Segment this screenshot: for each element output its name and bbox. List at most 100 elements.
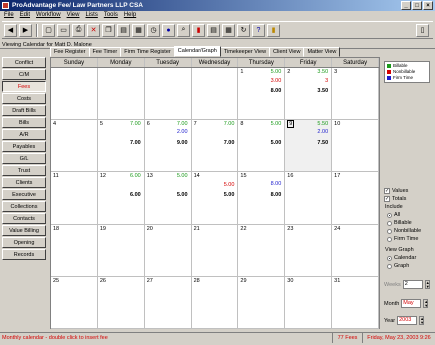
calendar-day-cell[interactable]: 19 [97, 224, 145, 277]
month-spin-icon[interactable]: ▲ ▼ [423, 299, 429, 308]
calendar-day-cell[interactable]: 5 7.00 7.00 [97, 120, 145, 173]
year-field[interactable]: 2003 [397, 316, 418, 325]
calendar-day-cell[interactable]: 29 [238, 276, 286, 329]
calendar-day-cell[interactable]: 20 [144, 224, 192, 277]
sidebar-button-payables[interactable]: Payables [2, 141, 46, 152]
sidebar-button-value-billing[interactable]: Value Billing [2, 225, 46, 236]
radio-dot[interactable] [387, 228, 392, 234]
menu-tools[interactable]: Tools [104, 11, 118, 20]
refresh-icon[interactable]: ↻ [237, 23, 250, 37]
help-icon[interactable]: ? [252, 23, 265, 37]
calendar-day-cell[interactable]: 30 [285, 276, 333, 329]
include-radio-all[interactable]: All [382, 211, 435, 219]
sidebar-button-bills[interactable]: Bills [2, 117, 46, 128]
sidebar-button-fees[interactable]: Fees [2, 81, 46, 92]
copy-icon[interactable]: ❐ [102, 23, 115, 37]
calendar-day-cell[interactable] [51, 68, 98, 121]
chart-icon[interactable]: ▮ [192, 23, 205, 37]
sidebar-button-conflict[interactable]: Conflict [2, 57, 46, 68]
sidebar-button-collections[interactable]: Collections [2, 201, 46, 212]
month-field[interactable]: May [401, 299, 422, 308]
year-spin-icon[interactable]: ▲ ▼ [419, 316, 425, 325]
sidebar-button-clients[interactable]: Clients [2, 177, 46, 188]
view-radio-calendar[interactable]: Calendar [382, 254, 435, 262]
totals-checkbox[interactable]: ✓ Totals [382, 195, 435, 203]
tab-calendar-graph[interactable]: Calendar/Graph [173, 46, 221, 57]
record-icon[interactable]: ● [162, 23, 175, 37]
tab-fee-register[interactable]: Fee Register [50, 47, 90, 57]
calendar-day-cell[interactable]: 1 5.00 3.00 8.00 [238, 68, 286, 121]
sidebar-button-c-m[interactable]: C/M [2, 69, 46, 80]
calendar-day-cell[interactable]: 6 7.00 2.00 9.00 [144, 120, 192, 173]
calendar-day-cell[interactable]: 28 [191, 276, 239, 329]
values-checkbox[interactable]: ✓ Values [382, 187, 435, 195]
calendar-day-cell[interactable]: 10 [332, 120, 379, 173]
include-radio-firm-time[interactable]: Firm Time [382, 235, 435, 243]
radio-dot[interactable] [387, 263, 392, 269]
tab-fee-timer[interactable]: Fee Timer [88, 47, 122, 57]
calendar-day-cell[interactable] [97, 68, 145, 121]
radio-dot[interactable] [387, 236, 392, 242]
sidebar-button-contacts[interactable]: Contacts [2, 213, 46, 224]
tab-matter-view[interactable]: Matter View [303, 47, 341, 57]
calendar-day-cell[interactable] [144, 68, 192, 121]
sidebar-button-costs[interactable]: Costs [2, 93, 46, 104]
sidebar-button-records[interactable]: Records [2, 249, 46, 260]
calendar-day-cell[interactable]: 4 [51, 120, 98, 173]
menu-help[interactable]: Help [124, 11, 136, 20]
calendar-day-cell[interactable]: 15 8.00 8.00 [238, 172, 286, 225]
radio-dot[interactable] [387, 212, 392, 218]
print-icon[interactable]: ⎙ [72, 23, 85, 37]
exit-icon[interactable]: ▮ [267, 23, 280, 37]
menu-lists[interactable]: Lists [85, 11, 97, 20]
forward-icon[interactable]: ▶ [19, 23, 32, 37]
minimize-button[interactable]: _ [401, 1, 411, 10]
radio-dot[interactable] [387, 255, 392, 261]
year-stepper[interactable]: Year 2003 ▲ ▼ [382, 315, 435, 326]
new-icon[interactable]: ▢ [42, 23, 55, 37]
calendar-day-cell[interactable]: 13 5.00 5.00 [144, 172, 192, 225]
calendar-day-cell[interactable]: 24 [332, 224, 379, 277]
tab-client-view[interactable]: Client View [269, 47, 305, 57]
menu-workflow[interactable]: Workflow [36, 11, 61, 20]
calendar-day-cell[interactable]: 2 3.50 3 3.50 [285, 68, 333, 121]
calendar-day-cell[interactable]: 21 [191, 224, 239, 277]
calendar-day-cell[interactable]: 31 [332, 276, 379, 329]
sidebar-button-trust[interactable]: Trust [2, 165, 46, 176]
calendar-day-cell[interactable]: 25 [51, 276, 98, 329]
calendar-day-cell[interactable]: 22 [238, 224, 286, 277]
weeks-field[interactable]: 2 [402, 280, 423, 289]
tab-firm-time-register[interactable]: Firm Time Register [120, 47, 175, 57]
find-icon[interactable]: ⌕ [177, 23, 190, 37]
weeks-spin-icon[interactable]: ▲ ▼ [424, 280, 430, 289]
calendar-day-cell[interactable]: 7 7.00 7.00 [191, 120, 239, 173]
menu-view[interactable]: View [67, 11, 80, 20]
calendar-day-cell[interactable]: 8 5.00 5.00 [238, 120, 286, 173]
calendar-icon[interactable]: ▦ [132, 23, 145, 37]
menu-edit[interactable]: Edit [20, 11, 30, 20]
calendar-day-cell[interactable]: 17 [332, 172, 379, 225]
delete-icon[interactable]: ✕ [87, 23, 100, 37]
calendar-day-cell[interactable]: 14 5.00 5.00 [191, 172, 239, 225]
sidebar-button-draft-bills[interactable]: Draft Bills [2, 105, 46, 116]
menu-file[interactable]: File [4, 11, 14, 20]
include-radio-nonbillable[interactable]: Nonbillable [382, 227, 435, 235]
close-button[interactable]: × [423, 1, 433, 10]
back-icon[interactable]: ◀ [4, 23, 17, 37]
calendar-day-cell[interactable]: 3 [332, 68, 379, 121]
radio-dot[interactable] [387, 220, 392, 226]
maximize-button[interactable]: □ [412, 1, 422, 10]
sidebar-button-g-l[interactable]: G/L [2, 153, 46, 164]
sidebar-button-a-r[interactable]: A/R [2, 129, 46, 140]
calendar-day-cell[interactable]: 9 5.50 2.00 7.50 [285, 120, 333, 173]
clock-icon[interactable]: ◷ [147, 23, 160, 37]
month-stepper[interactable]: Month May ▲ ▼ [382, 298, 435, 309]
calendar-day-cell[interactable]: 16 [285, 172, 333, 225]
paste-icon[interactable]: ▤ [117, 23, 130, 37]
open-icon[interactable]: ▭ [57, 23, 70, 37]
calendar-day-cell[interactable] [191, 68, 239, 121]
include-radio-billable[interactable]: Billable [382, 219, 435, 227]
tab-timekeeper-view[interactable]: Timekeeper View [219, 47, 271, 57]
calendar-day-cell[interactable]: 12 6.00 6.00 [97, 172, 145, 225]
grid-icon[interactable]: ▦ [222, 23, 235, 37]
